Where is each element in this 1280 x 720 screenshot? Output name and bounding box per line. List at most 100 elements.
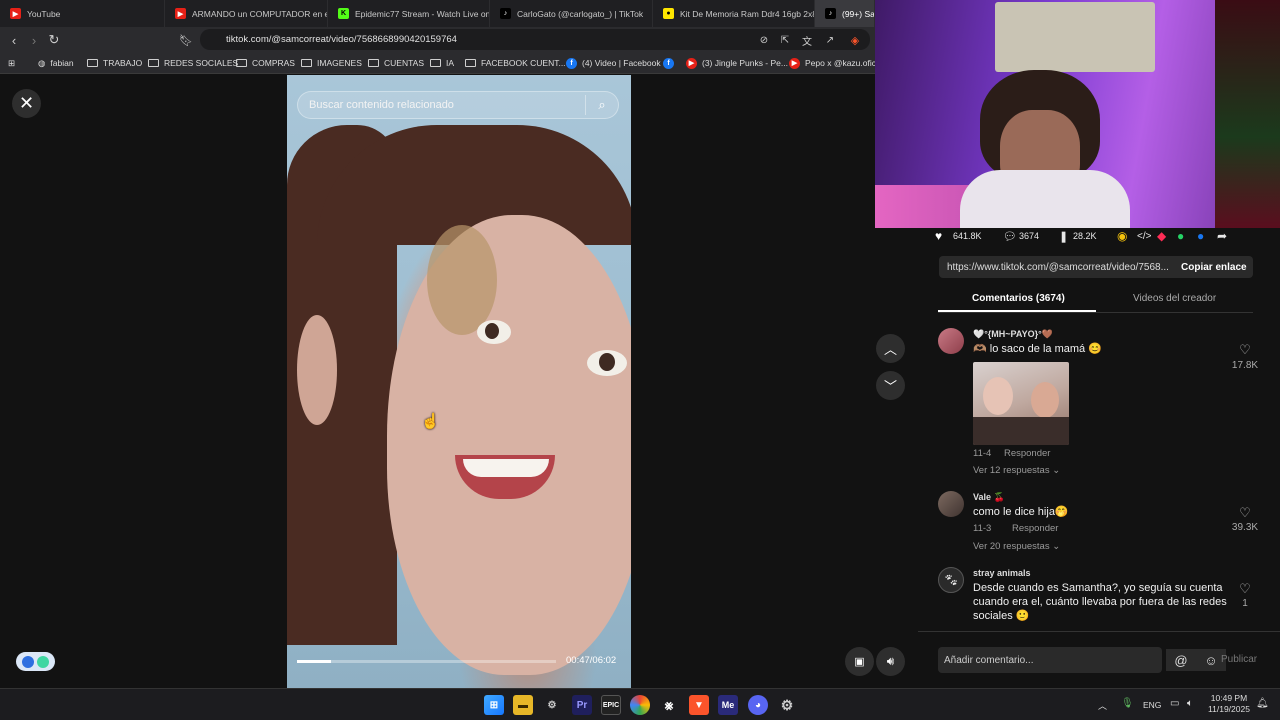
comment-date: 11-3 bbox=[973, 523, 992, 534]
bookmark-icon[interactable]: 🔖︎ bbox=[176, 30, 196, 50]
miniplayer-icon[interactable]: ▣ bbox=[845, 647, 874, 676]
comment-input[interactable]: Añadir comentario... bbox=[938, 647, 1162, 673]
microphone-icon[interactable]: 🎙︎ bbox=[1121, 698, 1134, 709]
tab-active-tiktok[interactable]: ♪ (99+) Sa bbox=[815, 0, 875, 27]
reload-icon[interactable]: ↻ bbox=[44, 30, 64, 50]
comment-likes: 17.8K bbox=[1231, 360, 1259, 371]
tab-kick-stream[interactable]: K Epidemic77 Stream - Watch Live on bbox=[328, 0, 490, 27]
tab-memoria-ram[interactable]: ● Kit De Memoria Ram Ddr4 16gb 2x8 bbox=[653, 0, 815, 27]
bookmark-redes[interactable]: REDES SOCIALES bbox=[148, 55, 238, 71]
brave-shield-icon[interactable]: ◈ bbox=[845, 30, 865, 50]
heart-outline-icon[interactable]: ♡ bbox=[1230, 505, 1260, 521]
clock-time: 10:49 PM bbox=[1210, 693, 1248, 703]
search-icon[interactable]: ⌕ bbox=[593, 96, 611, 114]
youtube-icon: ▶ bbox=[10, 8, 21, 19]
mention-icon[interactable]: @ bbox=[1174, 653, 1187, 668]
chevron-down-icon: ⌄ bbox=[1052, 541, 1061, 552]
windows-start-icon[interactable]: ⊞ bbox=[484, 695, 504, 715]
share-arrow-icon[interactable]: ➦ bbox=[1217, 229, 1237, 243]
back-icon[interactable]: ‹ bbox=[4, 30, 24, 50]
gear-icon[interactable]: ⚙ bbox=[777, 695, 797, 715]
epic-games-icon[interactable]: EPIC bbox=[601, 695, 621, 715]
chevron-up-icon[interactable]: ︿ bbox=[1098, 699, 1107, 712]
translate-icon[interactable]: 文 bbox=[797, 30, 817, 50]
bookmark-facebook[interactable]: f bbox=[663, 55, 674, 71]
share-link-box[interactable]: https://www.tiktok.com/@samcorreat/video… bbox=[939, 256, 1253, 278]
comment-author[interactable]: stray animals bbox=[973, 568, 1031, 578]
bookmark-ia[interactable]: IA bbox=[430, 55, 454, 71]
reply-button[interactable]: Responder bbox=[1004, 448, 1050, 459]
speaker-icon[interactable]: 🔈︎ bbox=[1187, 698, 1193, 709]
forward-icon[interactable]: › bbox=[24, 30, 44, 50]
bookmark-label: COMPRAS bbox=[252, 58, 295, 68]
chevron-up-icon[interactable]: ︿ bbox=[876, 334, 905, 363]
emoji-icon[interactable]: ☺ bbox=[1204, 653, 1217, 668]
tab-creator-videos[interactable]: Videos del creador bbox=[1133, 293, 1216, 304]
comment-author[interactable]: 🤍°{MH~PAYO}°🤎 bbox=[973, 329, 1053, 340]
view-replies-button[interactable]: Ver 12 respuestas ⌄ bbox=[973, 465, 1060, 476]
tab-armando[interactable]: ▶ ARMANDO un COMPUTADOR en el bbox=[165, 0, 328, 27]
chrome-icon[interactable] bbox=[630, 695, 650, 715]
bookmark-facebook-cuent[interactable]: FACEBOOK CUENT... bbox=[465, 55, 566, 71]
discord-icon[interactable]: ◕ bbox=[748, 695, 768, 715]
publish-button[interactable]: Publicar bbox=[1221, 654, 1257, 665]
video-frame-detail bbox=[387, 215, 631, 675]
video-time: 00:47/06:02 bbox=[566, 655, 617, 666]
comment-image[interactable] bbox=[973, 362, 1069, 445]
network-icon[interactable]: ▭ bbox=[1170, 698, 1179, 709]
extension-toggle[interactable] bbox=[16, 652, 55, 671]
comment-author[interactable]: Vale 🍒 bbox=[973, 492, 1005, 503]
video-progress-track[interactable] bbox=[297, 660, 556, 663]
comment-icon[interactable]: 💬︎ bbox=[1003, 230, 1019, 243]
brave-icon[interactable]: ▼ bbox=[689, 695, 709, 715]
comment-placeholder: Añadir comentario... bbox=[944, 654, 1034, 666]
share-icon[interactable]: ↗ bbox=[820, 30, 840, 50]
award-icon[interactable]: ◉ bbox=[1117, 229, 1137, 243]
file-explorer-icon[interactable]: ▬ bbox=[513, 695, 533, 715]
view-replies-label: Ver 20 respuestas bbox=[973, 541, 1050, 552]
bookmark-facebook-video[interactable]: f (4) Video | Facebook bbox=[566, 55, 661, 71]
notification-bell-icon[interactable]: 🔔︎ bbox=[1256, 698, 1269, 709]
related-search-input[interactable]: Buscar contenido relacionado bbox=[297, 91, 619, 119]
whatsapp-icon[interactable]: ● bbox=[1177, 229, 1197, 243]
send-icon[interactable]: ◆ bbox=[1157, 229, 1177, 243]
settings-app-icon[interactable]: ⚙ bbox=[542, 695, 562, 715]
bookmark-imagenes[interactable]: IMAGENES bbox=[301, 55, 362, 71]
open-external-icon[interactable]: ⇱ bbox=[775, 30, 795, 50]
bookmark-icon[interactable]: ❚ bbox=[1059, 230, 1073, 243]
bookmark-trabajo[interactable]: TRABAJO bbox=[87, 55, 142, 71]
close-icon[interactable]: ✕ bbox=[12, 89, 41, 118]
video-player[interactable] bbox=[287, 75, 631, 688]
heart-outline-icon[interactable]: ♡ bbox=[1230, 581, 1260, 597]
premiere-icon[interactable]: Pr bbox=[572, 695, 592, 715]
heart-icon[interactable]: ♥ bbox=[935, 229, 953, 243]
copy-link-button[interactable]: Copiar enlace bbox=[1181, 262, 1247, 273]
avatar[interactable]: 🐾︎ bbox=[938, 567, 964, 593]
tab-comments[interactable]: Comentarios (3674) bbox=[972, 293, 1065, 304]
reply-button[interactable]: Responder bbox=[1012, 523, 1058, 534]
bookmark-fabian[interactable]: ◍ fabian bbox=[38, 55, 74, 71]
clock[interactable]: 10:49 PM 11/19/2025 bbox=[1205, 693, 1253, 715]
avatar[interactable] bbox=[938, 328, 964, 354]
apps-icon[interactable]: ⊞ bbox=[8, 55, 15, 71]
embed-icon[interactable]: </> bbox=[1137, 231, 1157, 242]
volume-icon[interactable]: 🔊︎ bbox=[876, 647, 905, 676]
tab-tiktok-carlogato[interactable]: ♪ CarloGato (@carlogato_) | TikTok bbox=[490, 0, 653, 27]
chevron-down-icon[interactable]: ﹀ bbox=[876, 371, 905, 400]
media-encoder-icon[interactable]: Me bbox=[718, 695, 738, 715]
video-frame-detail bbox=[599, 353, 615, 371]
bookmark-jingle-punks[interactable]: ▶ (3) Jingle Punks - Pe... bbox=[686, 55, 788, 71]
facebook-icon[interactable]: ● bbox=[1197, 229, 1217, 243]
folder-icon bbox=[148, 59, 159, 67]
video-frame-detail bbox=[485, 323, 499, 339]
view-replies-button[interactable]: Ver 20 respuestas ⌄ bbox=[973, 541, 1060, 552]
webcam-overlay bbox=[875, 0, 1280, 228]
language-indicator[interactable]: ENG bbox=[1143, 700, 1161, 710]
bookmark-compras[interactable]: COMPRAS bbox=[236, 55, 295, 71]
tracking-off-icon[interactable]: ⊘ bbox=[754, 30, 774, 50]
heart-outline-icon[interactable]: ♡ bbox=[1230, 342, 1260, 358]
bookmark-cuentas[interactable]: CUENTAS bbox=[368, 55, 424, 71]
capcut-icon[interactable]: ⨳ bbox=[659, 695, 679, 715]
tab-youtube[interactable]: ▶ YouTube bbox=[0, 0, 165, 27]
avatar[interactable] bbox=[938, 491, 964, 517]
